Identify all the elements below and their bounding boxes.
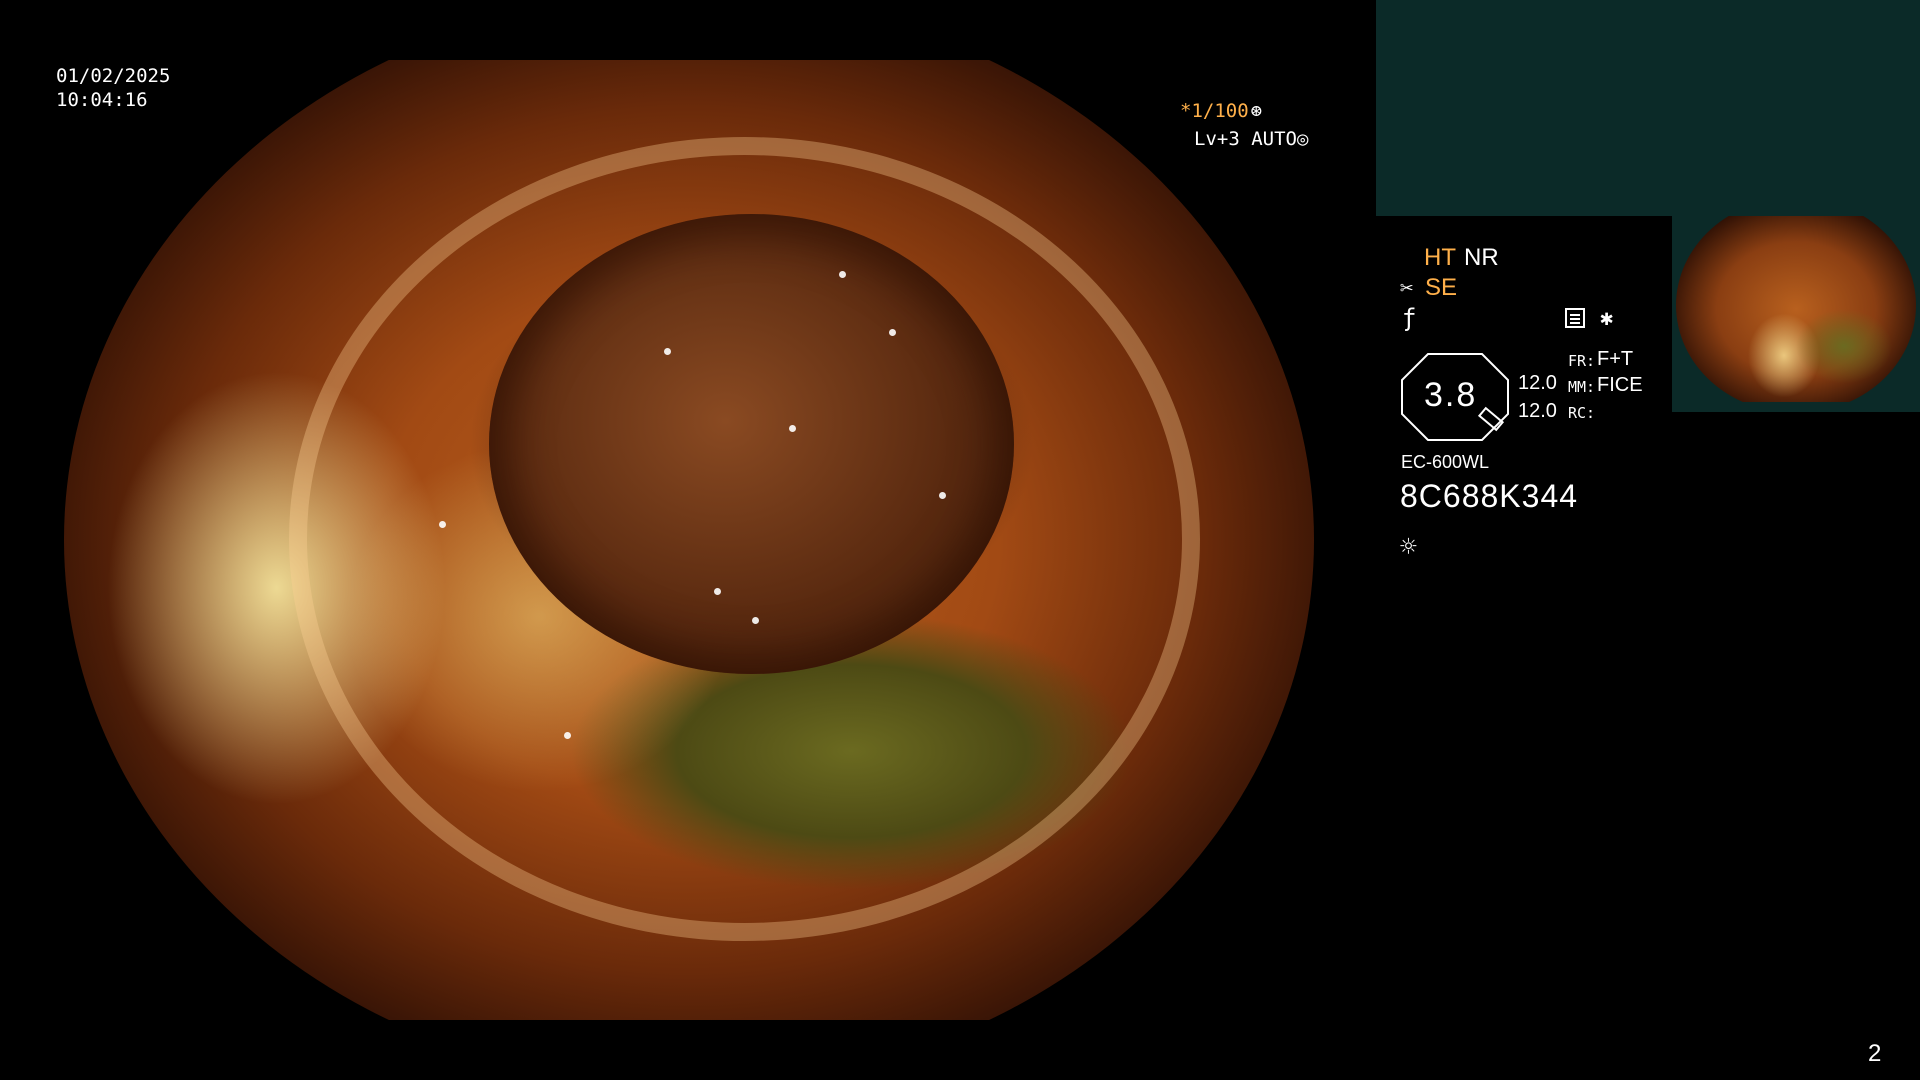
record-panel (1376, 0, 1920, 216)
scope-model: EC-600WL (1401, 452, 1490, 472)
level-readout: Lv+3 AUTO◎ (1194, 128, 1308, 150)
scope-serial: 8C688K344 (1400, 478, 1579, 514)
value-b: 12.0 (1518, 400, 1557, 422)
mm-label: MM: (1568, 378, 1596, 396)
specular-highlight (789, 424, 796, 432)
specular-highlight (714, 588, 721, 595)
specular-highlight (939, 492, 946, 499)
f-icon: ƒ (1402, 304, 1417, 332)
specular-highlight (889, 328, 896, 336)
specular-highlight (439, 520, 446, 528)
image-mode-icon (1565, 308, 1585, 328)
specular-highlight (664, 348, 671, 355)
fr-label: FR: (1568, 352, 1596, 370)
thumbnail-preview[interactable] (1672, 216, 1920, 412)
endoscopy-view (64, 60, 1314, 1020)
timestamp: 01/02/2025 10:04:16 (56, 64, 170, 112)
zoom-value: 3.8 (1424, 376, 1478, 414)
shutter-readout: *1/100 ⊛ (1180, 100, 1262, 122)
auto-iris-icon: ◎ (1296, 128, 1309, 150)
shutter-text: *1/100 (1180, 100, 1249, 122)
specular-highlight (564, 732, 571, 739)
thumbnail-image (1676, 216, 1916, 402)
shutter-mode-icon: ⊛ (1250, 100, 1263, 122)
time-text: 10:04:16 (56, 89, 148, 111)
level-text: Lv+3 AUTO (1194, 128, 1297, 150)
lumen (489, 213, 1014, 675)
date-text: 01/02/2025 (56, 65, 171, 87)
ht-indicator: HT (1424, 244, 1456, 271)
fr-value: F+T (1597, 348, 1634, 370)
nr-indicator: NR (1464, 244, 1499, 271)
value-a: 12.0 (1518, 372, 1557, 394)
light-icon: ☼ (1400, 530, 1417, 563)
star-icon: ✱ (1600, 306, 1614, 331)
scissors-icon: ✂ (1400, 276, 1414, 301)
mm-value: FICE (1597, 374, 1643, 396)
se-indicator: SE (1425, 274, 1458, 301)
page-number: 2 (1868, 1040, 1882, 1067)
specular-highlight (751, 616, 759, 624)
rc-label: RC: (1568, 404, 1596, 422)
